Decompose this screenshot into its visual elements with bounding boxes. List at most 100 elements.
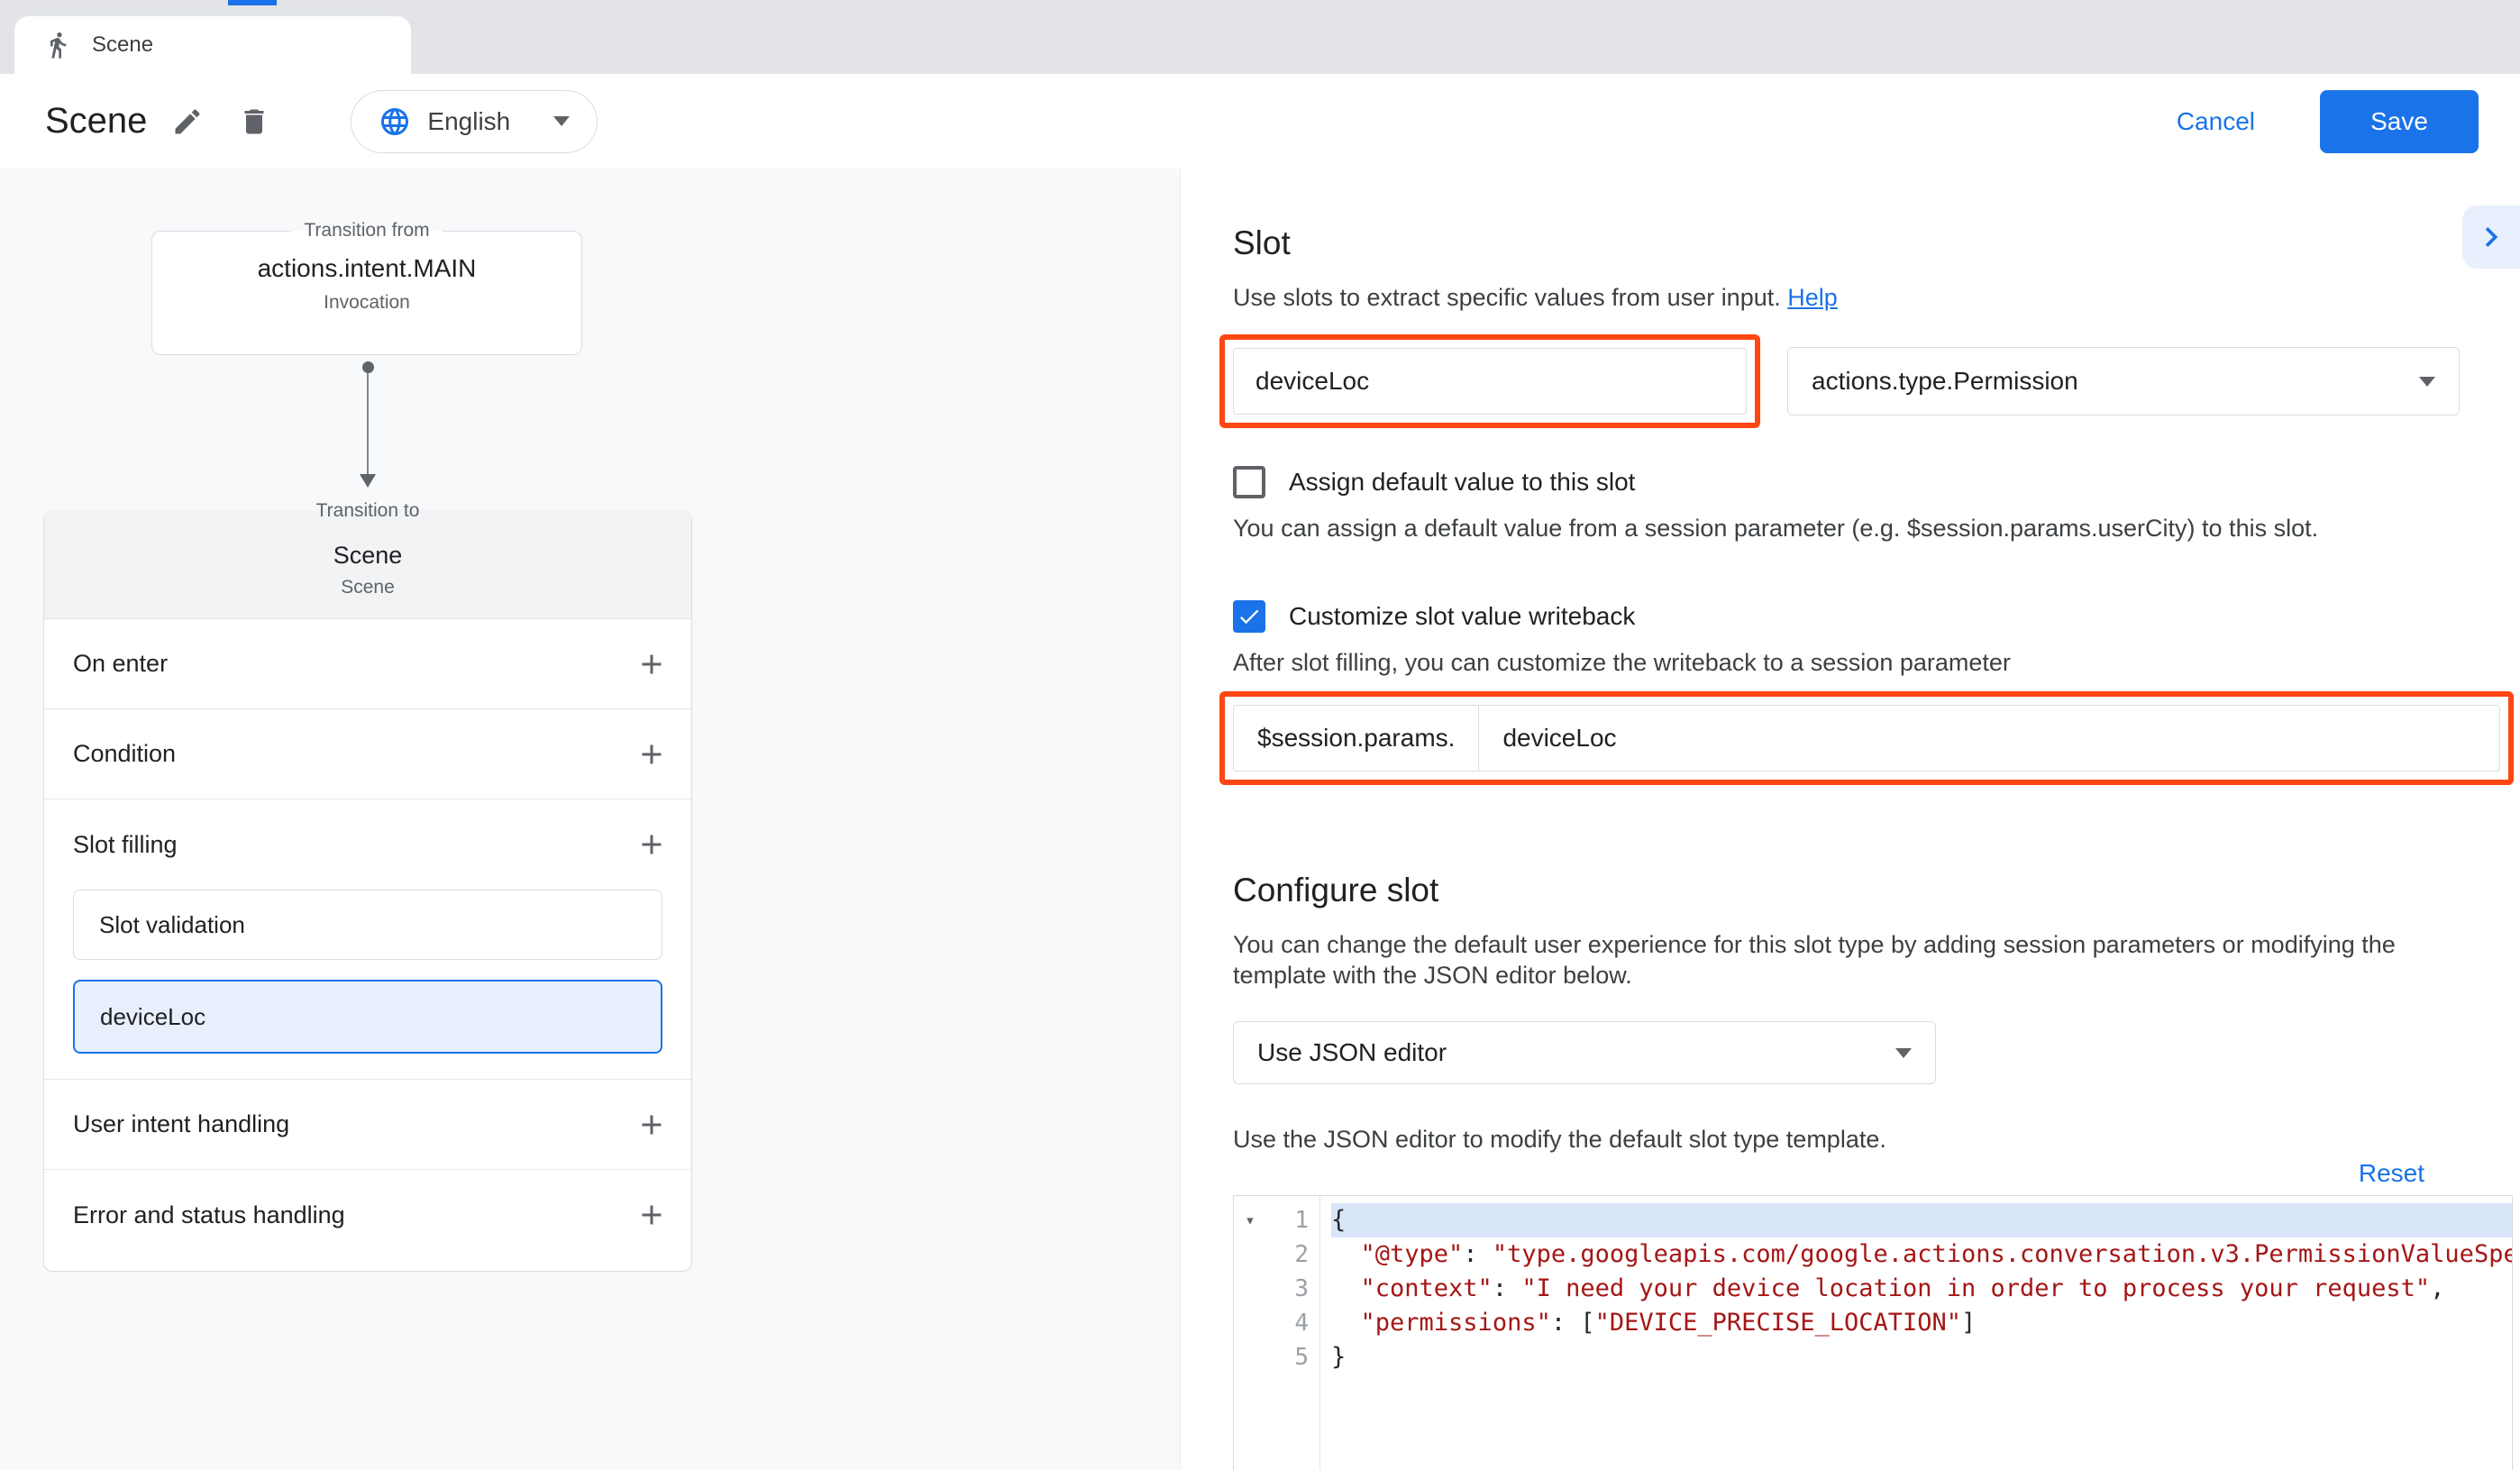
scene-subtitle: Scene (44, 577, 691, 598)
section-row-condition[interactable]: Condition (44, 709, 691, 799)
page-header: Scene English Cancel Save (0, 74, 2520, 169)
writeback-checkbox[interactable] (1233, 600, 1265, 633)
fold-toggle-icon[interactable]: ▾ (1234, 1210, 1266, 1230)
section-row-on-enter[interactable]: On enter (44, 619, 691, 709)
editor-line[interactable]: "@type": "type.googleapis.com/google.act… (1331, 1237, 2512, 1272)
section-label: Condition (73, 740, 176, 768)
cancel-button[interactable]: Cancel (2177, 107, 2255, 136)
slot-editor-panel: Slot Use slots to extract specific value… (1181, 169, 2520, 1470)
transition-from-label: Transition from (291, 220, 442, 242)
slot-filling-section: Slot filling Slot validation deviceLoc (44, 799, 691, 1080)
editor-gutter-line[interactable]: 3 (1234, 1272, 1319, 1306)
json-string-token: "type.googleapis.com/google.actions.conv… (1493, 1240, 2512, 1268)
save-button[interactable]: Save (2320, 90, 2479, 153)
walking-person-icon (43, 31, 72, 59)
json-punct-token: { (1331, 1206, 1346, 1234)
scene-flow-panel: Transition from actions.intent.MAIN Invo… (0, 169, 1181, 1470)
section-row-error-status[interactable]: Error and status handling (44, 1170, 691, 1260)
plus-icon[interactable] (635, 1109, 668, 1141)
section-row-slot-filling[interactable]: Slot filling (44, 799, 691, 890)
json-punct-token (1331, 1240, 1361, 1268)
tab-label: Scene (92, 32, 153, 58)
slot-name-input[interactable]: deviceLoc (1233, 348, 1747, 415)
language-label: English (427, 107, 510, 136)
editor-code-area[interactable]: { "@type": "type.googleapis.com/google.a… (1320, 1196, 2512, 1470)
json-punct-token: : (1493, 1274, 1522, 1302)
transition-from-card[interactable]: Transition from actions.intent.MAIN Invo… (151, 220, 582, 355)
slot-type-value: actions.type.Permission (1812, 367, 2078, 396)
editor-gutter-line[interactable]: 2 (1234, 1237, 1319, 1272)
slot-description-text: Use slots to extract specific values fro… (1233, 284, 1781, 311)
slot-type-select[interactable]: actions.type.Permission (1787, 347, 2460, 415)
writeback-value-input[interactable]: deviceLoc (1479, 706, 2499, 771)
plus-icon[interactable] (635, 828, 668, 861)
intent-name: actions.intent.MAIN (258, 254, 477, 283)
configure-slot-title: Configure slot (1233, 872, 2475, 909)
editor-gutter: ▾1 2 3 4 5 (1234, 1196, 1320, 1470)
default-value-label: Assign default value to this slot (1289, 468, 1635, 497)
section-label: Slot filling (73, 831, 178, 859)
tab-scene[interactable]: Scene (14, 16, 411, 74)
intent-subtitle: Invocation (324, 292, 410, 314)
section-label: Error and status handling (73, 1201, 345, 1229)
editor-line[interactable]: "context": "I need your device location … (1331, 1272, 2512, 1306)
caret-down-icon (1895, 1048, 1912, 1058)
section-row-user-intent[interactable]: User intent handling (44, 1080, 691, 1170)
plus-icon[interactable] (635, 648, 668, 680)
json-punct-token: : (1463, 1240, 1493, 1268)
configure-description: You can change the default user experien… (1233, 929, 2475, 991)
editor-gutter-line[interactable]: 4 (1234, 1306, 1319, 1340)
json-string-token: "permissions" (1361, 1309, 1551, 1337)
editor-mode-select[interactable]: Use JSON editor (1233, 1021, 1936, 1084)
transition-to-card: Transition to Scene Scene On enter Condi… (43, 500, 692, 1272)
section-label: On enter (73, 650, 168, 678)
editor-line[interactable]: "permissions": ["DEVICE_PRECISE_LOCATION… (1331, 1306, 2512, 1340)
scene-name: Scene (44, 542, 691, 570)
editor-gutter-line[interactable]: ▾1 (1234, 1203, 1319, 1237)
caret-down-icon (2419, 377, 2435, 387)
editor-gutter-line[interactable]: 5 (1234, 1340, 1319, 1374)
json-string-token: "context" (1361, 1274, 1493, 1302)
slot-item-deviceloc[interactable]: deviceLoc (73, 980, 662, 1054)
line-number: 4 (1266, 1310, 1319, 1337)
section-label: User intent handling (73, 1110, 289, 1138)
slot-description: Use slots to extract specific values fro… (1233, 282, 2475, 313)
reset-link[interactable]: Reset (2359, 1159, 2424, 1187)
json-editor[interactable]: ▾1 2 3 4 5 { "@type": "type.googleapis.com/g… (1233, 1195, 2513, 1470)
chevron-right-icon (2471, 217, 2511, 257)
help-link[interactable]: Help (1787, 284, 1838, 311)
globe-icon (379, 105, 411, 138)
json-string-token: "DEVICE_PRECISE_LOCATION" (1595, 1309, 1961, 1337)
plus-icon[interactable] (635, 1199, 668, 1231)
page-title: Scene (45, 101, 147, 142)
language-selector[interactable]: English (351, 90, 598, 153)
edit-scene-button[interactable] (161, 96, 214, 148)
slot-item-validation[interactable]: Slot validation (73, 890, 662, 960)
editor-hint: Use the JSON editor to modify the defaul… (1233, 1126, 2475, 1154)
editor-line[interactable]: } (1331, 1340, 2512, 1374)
line-number: 3 (1266, 1275, 1319, 1302)
writeback-prefix: $session.params. (1234, 706, 1479, 771)
annotation-highlight-writeback: $session.params. deviceLoc (1219, 691, 2514, 785)
collapse-panel-button[interactable] (2462, 205, 2520, 269)
annotation-highlight-slot-name: deviceLoc (1219, 334, 1760, 428)
json-string-token: "@type" (1361, 1240, 1464, 1268)
scene-card-header[interactable]: Scene Scene (44, 509, 691, 619)
plus-icon[interactable] (635, 738, 668, 771)
pencil-icon (171, 105, 204, 138)
slot-section-title: Slot (1233, 224, 2475, 262)
editor-line[interactable]: { (1331, 1203, 2512, 1237)
json-string-token: "I need your device location in order to… (1521, 1274, 2430, 1302)
line-number: 2 (1266, 1241, 1319, 1268)
json-punct-token (1331, 1274, 1361, 1302)
editor-mode-value: Use JSON editor (1257, 1038, 1447, 1067)
json-punct-token: ] (1961, 1309, 1976, 1337)
default-value-helper: You can assign a default value from a se… (1233, 515, 2475, 543)
top-accent-strip (228, 0, 277, 5)
delete-scene-button[interactable] (228, 96, 280, 148)
transition-to-label: Transition to (304, 500, 433, 522)
default-value-checkbox[interactable] (1233, 466, 1265, 498)
json-punct-token: } (1331, 1343, 1346, 1371)
line-number: 1 (1266, 1207, 1319, 1234)
tab-bar: Scene (0, 0, 2520, 74)
